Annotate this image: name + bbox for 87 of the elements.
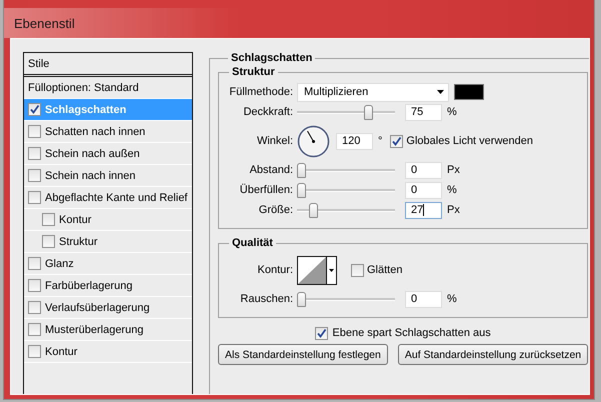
style-row[interactable]: Verlaufsüberlagerung bbox=[24, 297, 192, 319]
style-label: Musterüberlagerung bbox=[45, 324, 144, 336]
checkbox[interactable] bbox=[28, 323, 41, 336]
slider-thumb[interactable] bbox=[309, 202, 318, 218]
group-title: Schlagschatten bbox=[230, 52, 314, 64]
text-cursor bbox=[423, 204, 424, 216]
action-button[interactable]: Als Standardeinstellung festlegen bbox=[218, 344, 388, 365]
style-row[interactable]: Abgeflachte Kante und Relief bbox=[24, 187, 192, 209]
style-row[interactable]: Kontur bbox=[24, 209, 192, 231]
color-swatch[interactable] bbox=[454, 84, 484, 100]
field-label: Füllmethode: bbox=[228, 86, 294, 98]
slider[interactable] bbox=[297, 292, 395, 306]
style-label: Glanz bbox=[45, 258, 74, 270]
style-label: Struktur bbox=[59, 236, 98, 248]
slider[interactable] bbox=[297, 182, 395, 198]
style-row[interactable]: Glanz bbox=[24, 253, 192, 275]
number-field[interactable]: 27 bbox=[405, 202, 442, 218]
slider-thumb[interactable] bbox=[297, 292, 306, 306]
unit-label: Px bbox=[447, 204, 460, 216]
number-field[interactable]: 0 bbox=[405, 182, 442, 198]
style-label: Schein nach außen bbox=[45, 148, 140, 160]
field-label: Deckkraft: bbox=[242, 106, 294, 118]
checkbox[interactable] bbox=[42, 213, 55, 226]
slider-thumb[interactable] bbox=[297, 182, 306, 198]
dropdown[interactable]: Multiplizieren bbox=[297, 82, 449, 102]
unit-label: % bbox=[447, 106, 457, 118]
checkbox[interactable] bbox=[28, 301, 41, 314]
style-label: Schatten nach innen bbox=[45, 126, 146, 138]
panel-header: Stile bbox=[24, 53, 192, 77]
style-row[interactable]: Farbüberlagerung bbox=[24, 275, 192, 297]
caret-icon bbox=[437, 90, 444, 94]
checkbox[interactable] bbox=[390, 134, 404, 148]
window-title: Ebenenstil bbox=[14, 16, 75, 30]
option-label: Ebene spart Schlagschatten aus bbox=[332, 327, 491, 339]
contour-curve-icon bbox=[298, 256, 326, 284]
unit-label: % bbox=[447, 293, 457, 305]
contour-picker[interactable] bbox=[297, 256, 337, 284]
field-label: Rauschen: bbox=[239, 293, 294, 305]
checkbox[interactable] bbox=[28, 147, 41, 160]
style-label: Schein nach innen bbox=[45, 170, 136, 182]
style-label: Kontur bbox=[45, 346, 78, 358]
style-row[interactable]: Struktur bbox=[24, 231, 192, 253]
checkbox[interactable] bbox=[28, 345, 41, 358]
checkbox[interactable] bbox=[28, 279, 41, 292]
option-label: Globales Licht verwenden bbox=[406, 135, 533, 147]
style-label: Verlaufsüberlagerung bbox=[45, 302, 150, 314]
style-row[interactable]: Musterüberlagerung bbox=[24, 319, 192, 341]
style-label: Schlagschatten bbox=[45, 104, 126, 116]
number-field[interactable]: 0 bbox=[405, 162, 442, 178]
checkbox[interactable] bbox=[28, 257, 41, 270]
slider-thumb[interactable] bbox=[297, 162, 306, 178]
number-field[interactable]: 120 bbox=[336, 132, 373, 150]
action-button[interactable]: Auf Standardeinstellung zurücksetzen bbox=[398, 344, 588, 365]
field-label: Abstand: bbox=[248, 164, 294, 176]
slider[interactable] bbox=[297, 104, 395, 120]
checkbox[interactable] bbox=[28, 191, 41, 204]
caret-icon bbox=[329, 268, 334, 272]
angle-dial[interactable] bbox=[297, 124, 330, 158]
style-row[interactable]: Schein nach innen bbox=[24, 165, 192, 187]
style-row[interactable]: Kontur bbox=[24, 341, 192, 363]
field-label: Winkel: bbox=[256, 135, 294, 147]
style-label: Fülloptionen: Standard bbox=[28, 82, 139, 94]
checkbox[interactable] bbox=[28, 103, 41, 116]
field-label: Kontur: bbox=[256, 264, 294, 276]
style-label: Kontur bbox=[59, 214, 92, 226]
slider[interactable] bbox=[297, 202, 395, 218]
style-label: Abgeflachte Kante und Relief bbox=[45, 192, 188, 204]
number-field[interactable]: 75 bbox=[405, 104, 442, 120]
slider[interactable] bbox=[297, 162, 395, 178]
slider-thumb[interactable] bbox=[364, 104, 373, 120]
style-row[interactable]: Schatten nach innen bbox=[24, 121, 192, 143]
unit-label: Px bbox=[447, 164, 460, 176]
checkbox[interactable] bbox=[28, 169, 41, 182]
group-title: Struktur bbox=[231, 66, 276, 78]
field-label: Überfüllen: bbox=[238, 184, 294, 196]
field-label: Größe: bbox=[258, 204, 294, 216]
number-field[interactable]: 0 bbox=[405, 290, 442, 308]
checkbox[interactable] bbox=[351, 264, 364, 276]
unit-label: % bbox=[447, 184, 457, 196]
checkbox[interactable] bbox=[315, 326, 328, 340]
style-row[interactable]: Schein nach außen bbox=[24, 143, 192, 165]
option-label: Glätten bbox=[367, 264, 402, 276]
style-label: Farbüberlagerung bbox=[45, 280, 132, 292]
checkbox[interactable] bbox=[42, 235, 55, 248]
unit-label: ° bbox=[378, 135, 382, 147]
checkbox[interactable] bbox=[28, 125, 41, 138]
group-title: Qualität bbox=[231, 237, 274, 249]
